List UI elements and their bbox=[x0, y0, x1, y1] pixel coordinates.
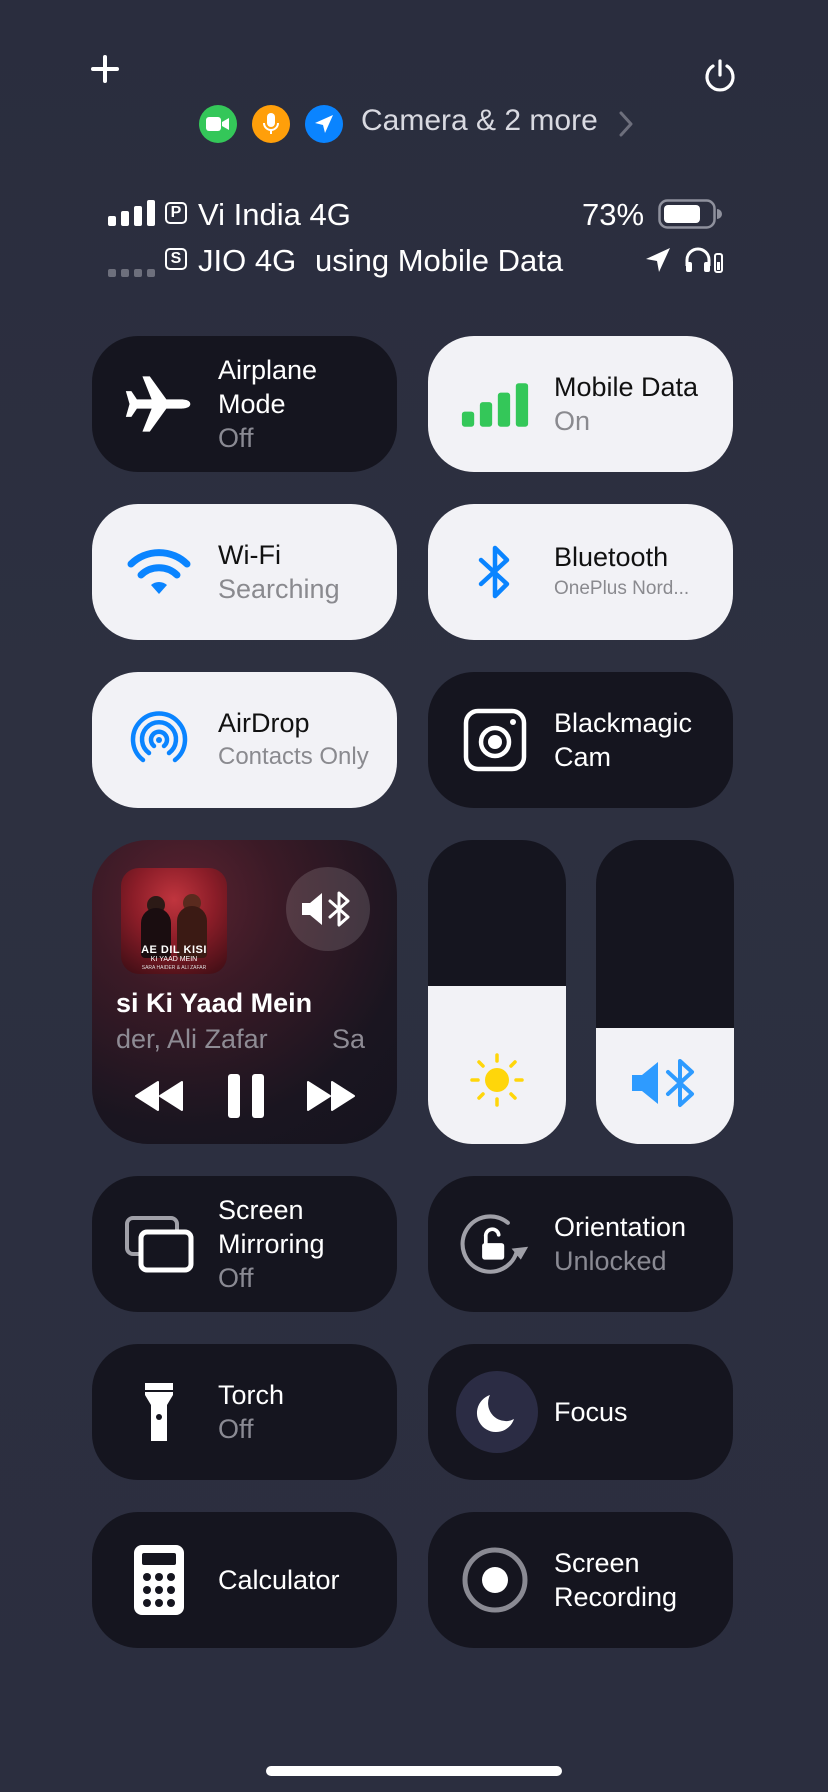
signal-strength-sim1-icon bbox=[108, 200, 156, 231]
mirroring-title-2: Mirroring bbox=[218, 1229, 325, 1259]
calculator-button[interactable]: Calculator bbox=[92, 1512, 397, 1648]
wifi-toggle[interactable]: Wi-Fi Searching bbox=[92, 504, 397, 640]
focus-button[interactable]: Focus bbox=[428, 1344, 733, 1480]
torch-status: Off bbox=[218, 1414, 254, 1444]
torch-toggle[interactable]: Torch Off bbox=[92, 1344, 397, 1480]
airplane-mode-toggle[interactable]: Airplane Mode Off bbox=[92, 336, 397, 472]
speaker-bluetooth-icon bbox=[632, 1059, 694, 1107]
cellular-bars-icon bbox=[460, 369, 530, 439]
blackmagic-cam-button[interactable]: Blackmagic Cam bbox=[428, 672, 733, 808]
bluetooth-icon bbox=[460, 537, 530, 607]
screen-mirroring-icon bbox=[124, 1209, 194, 1279]
chevron-right-icon[interactable] bbox=[618, 110, 634, 143]
battery-icon bbox=[658, 199, 722, 234]
mirroring-title-1: Screen bbox=[218, 1195, 304, 1225]
mobile-data-status: On bbox=[554, 406, 591, 436]
orientation-status: Unlocked bbox=[554, 1246, 667, 1276]
screen-mirroring-button[interactable]: Screen Mirroring Off bbox=[92, 1176, 397, 1312]
privacy-indicator-text[interactable]: Camera & 2 more bbox=[361, 104, 598, 138]
blackmagic-title-2: Cam bbox=[554, 742, 612, 772]
mirroring-status: Off bbox=[218, 1263, 254, 1293]
song-artist: der, Ali Zafar bbox=[116, 1024, 268, 1054]
recording-title-1: Screen bbox=[554, 1548, 640, 1578]
airplane-status: Off bbox=[218, 423, 254, 453]
mobile-data-toggle[interactable]: Mobile Data On bbox=[428, 336, 733, 472]
song-title: si Ki Yaad Mein bbox=[116, 988, 313, 1018]
wifi-status: Searching bbox=[218, 574, 340, 604]
bluetooth-title: Bluetooth bbox=[554, 542, 669, 572]
airdrop-status: Contacts Only bbox=[218, 743, 369, 770]
airplane-title-1: Airplane bbox=[218, 355, 318, 385]
brightness-slider[interactable] bbox=[428, 840, 566, 1144]
airdrop-title: AirDrop bbox=[218, 708, 310, 738]
fast-forward-icon[interactable] bbox=[306, 1080, 356, 1117]
airdrop-icon bbox=[124, 705, 194, 775]
calculator-icon bbox=[124, 1545, 194, 1615]
headphones-icon bbox=[684, 246, 724, 279]
album-art: AE DIL KISI KI YAAD MEIN SARA HAIDER & A… bbox=[121, 868, 227, 974]
record-icon bbox=[460, 1545, 530, 1615]
screen-recording-button[interactable]: Screen Recording bbox=[428, 1512, 733, 1648]
focus-title: Focus bbox=[554, 1397, 628, 1427]
calculator-title: Calculator bbox=[218, 1565, 340, 1595]
camera-icon bbox=[199, 105, 237, 143]
sim2-data-note: using Mobile Data bbox=[315, 243, 564, 278]
battery-percentage: 73% bbox=[582, 197, 645, 232]
audio-output-button[interactable] bbox=[286, 867, 370, 951]
airdrop-toggle[interactable]: AirDrop Contacts Only bbox=[92, 672, 397, 808]
pause-icon[interactable] bbox=[226, 1072, 266, 1125]
home-indicator[interactable] bbox=[266, 1766, 562, 1776]
sim1-carrier: Vi India 4G bbox=[198, 197, 351, 232]
camera-app-icon bbox=[460, 705, 530, 775]
sun-icon bbox=[470, 1053, 524, 1107]
orientation-lock-toggle[interactable]: Orientation Unlocked bbox=[428, 1176, 733, 1312]
sim2-carrier: JIO 4G bbox=[198, 243, 297, 278]
add-control-icon[interactable] bbox=[88, 52, 122, 86]
wifi-icon bbox=[124, 537, 194, 607]
airplane-title-2: Mode bbox=[218, 389, 286, 419]
orientation-title: Orientation bbox=[554, 1212, 687, 1242]
blackmagic-title-1: Blackmagic bbox=[554, 708, 693, 738]
sim1-badge: P bbox=[165, 202, 187, 224]
recording-title-2: Recording bbox=[554, 1582, 678, 1612]
mobile-data-title: Mobile Data bbox=[554, 372, 699, 402]
now-playing-widget[interactable]: AE DIL KISI KI YAAD MEIN SARA HAIDER & A… bbox=[92, 840, 397, 1144]
power-icon[interactable] bbox=[702, 58, 738, 94]
location-services-icon bbox=[644, 246, 672, 279]
rewind-icon[interactable] bbox=[134, 1080, 184, 1117]
volume-slider[interactable] bbox=[596, 840, 734, 1144]
bluetooth-toggle[interactable]: Bluetooth OnePlus Nord... bbox=[428, 504, 733, 640]
speaker-bluetooth-icon bbox=[302, 891, 350, 927]
microphone-icon bbox=[252, 105, 290, 143]
wifi-title: Wi-Fi bbox=[218, 540, 281, 570]
sim2-badge: S bbox=[165, 248, 187, 270]
airplane-icon bbox=[124, 369, 194, 439]
song-artist-scroll: Sa bbox=[332, 1024, 366, 1054]
orientation-unlock-icon bbox=[460, 1209, 530, 1279]
flashlight-icon bbox=[124, 1377, 194, 1447]
signal-strength-sim2-icon bbox=[108, 264, 156, 282]
moon-icon bbox=[456, 1371, 538, 1453]
torch-title: Torch bbox=[218, 1380, 285, 1410]
location-icon bbox=[305, 105, 343, 143]
bluetooth-device: OnePlus Nord... bbox=[554, 578, 690, 599]
